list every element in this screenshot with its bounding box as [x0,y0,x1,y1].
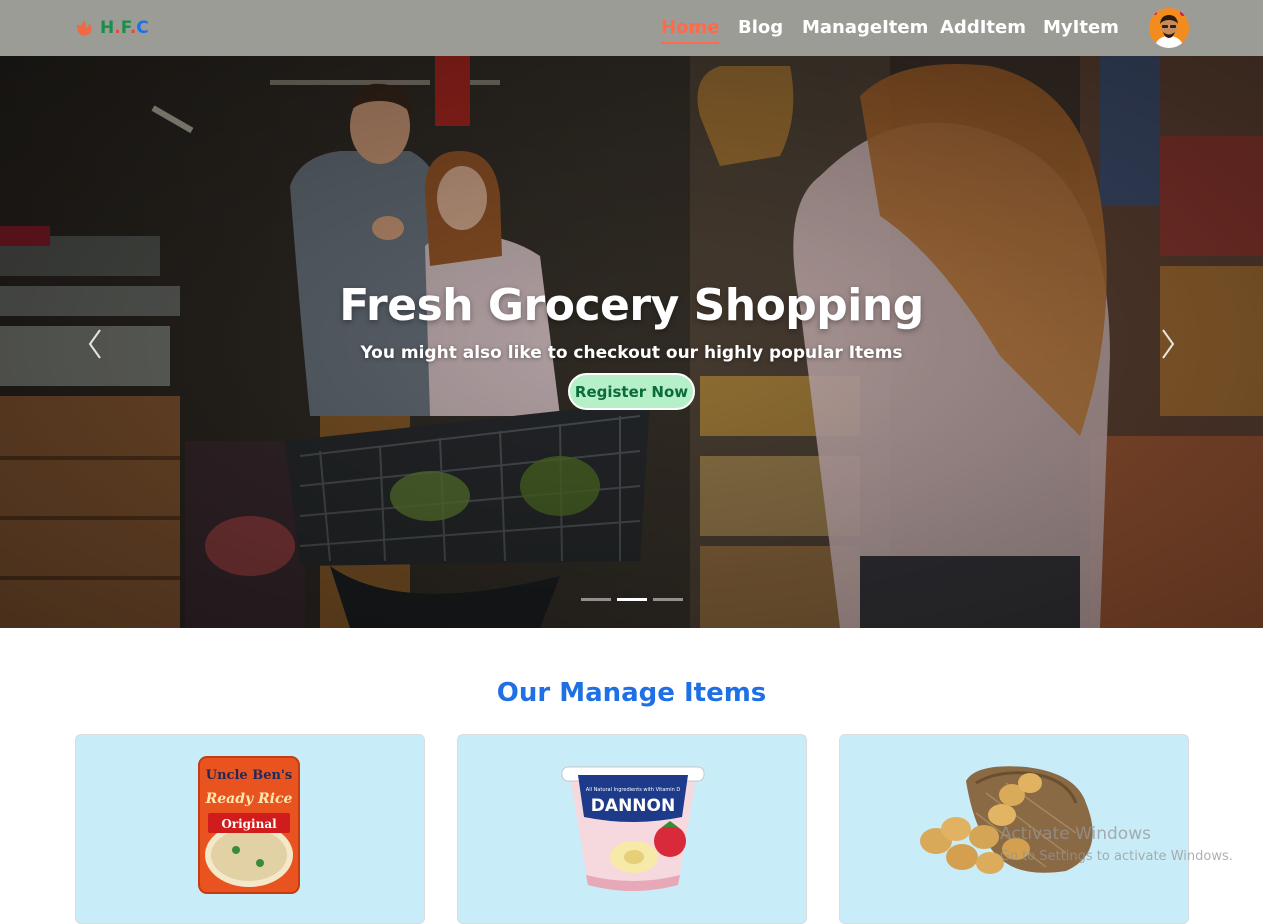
hero-carousel: Fresh Grocery Shopping You might also li… [0,56,1263,628]
hero-subtitle: You might also like to checkout our high… [360,343,903,363]
section-title: Our Manage Items [496,678,767,708]
nav-manageitem-link[interactable]: ManageItem [802,17,928,38]
carousel-next-button[interactable] [1155,324,1181,364]
brand-letter-c: C [136,18,149,38]
brand-text: H.F.C [100,18,149,38]
yogurt-brand-text: DANNON [591,796,675,816]
item-card[interactable]: Uncle Ben's Ready Rice Original [75,734,425,924]
carousel-indicator[interactable] [617,598,647,601]
rice-product-text: Ready Rice [205,791,293,807]
nav-additem-link[interactable]: AddItem [940,17,1026,38]
rice-pack-icon: Uncle Ben's Ready Rice Original [198,756,300,894]
item-card[interactable]: DANNON All Natural Ingredients with Vita… [457,734,807,924]
nav-home-link[interactable]: Home [661,17,720,44]
yogurt-cup-icon: DANNON All Natural Ingredients with Vita… [561,766,705,891]
register-now-button[interactable]: Register Now [568,373,695,410]
chevron-left-icon [88,329,101,359]
nav-myitem-link[interactable]: MyItem [1043,17,1119,38]
rice-brand-text: Uncle Ben's [206,768,292,783]
fire-icon [76,20,92,36]
carousel-indicators [581,598,683,601]
grocery-store-image [0,56,1263,628]
user-avatar-icon [1149,8,1189,48]
brand-letter-h: H [100,18,115,38]
carousel-indicator[interactable] [653,598,683,601]
navbar: H.F.C Home Blog ManageItem AddItem MyIte… [0,0,1263,56]
carousel-indicator[interactable] [581,598,611,601]
brand-letter-f: F [120,18,130,38]
activate-windows-hint: Go to Settings to activate Windows. [1000,849,1233,864]
yogurt-product-text: All Natural Ingredients with Vitamin D [586,787,681,793]
carousel-prev-button[interactable] [82,324,108,364]
chevron-right-icon [1162,329,1175,359]
user-avatar[interactable] [1149,8,1189,48]
rice-variant-text: Original [221,817,277,831]
activate-windows-watermark: Activate Windows [1000,824,1151,844]
nav-blog-link[interactable]: Blog [738,17,783,38]
hero-title: Fresh Grocery Shopping [339,280,924,331]
brand[interactable]: H.F.C [74,18,149,38]
